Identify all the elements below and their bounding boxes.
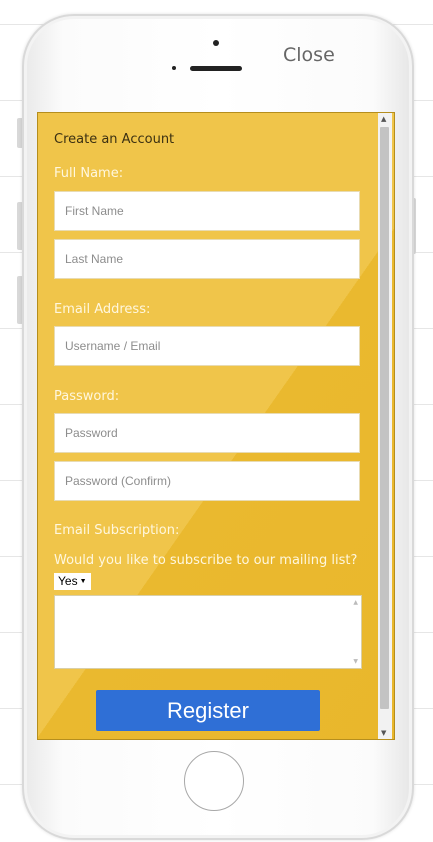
registration-panel: Create an Account Full Name: First Name … bbox=[37, 112, 395, 740]
register-button[interactable]: Register bbox=[96, 690, 320, 731]
scroll-up-icon: ▲ bbox=[353, 599, 358, 606]
comments-textarea[interactable]: ▲ ▼ bbox=[54, 595, 362, 669]
password-input[interactable]: Password bbox=[54, 413, 360, 453]
email-label: Email Address: bbox=[54, 302, 151, 317]
dropdown-arrow-icon: ▼ bbox=[79, 578, 87, 586]
email-input[interactable]: Username / Email bbox=[54, 326, 360, 366]
scroll-down-icon: ▼ bbox=[353, 658, 358, 665]
speaker-grille bbox=[190, 66, 242, 71]
subscription-question: Would you like to subscribe to our maili… bbox=[54, 550, 364, 592]
scroll-up-icon[interactable]: ▲ bbox=[381, 115, 386, 123]
subscription-select-value: Yes bbox=[58, 574, 78, 588]
subscription-question-text: Would you like to subscribe to our maili… bbox=[54, 553, 358, 568]
sensor-icon bbox=[172, 66, 176, 70]
subscription-label: Email Subscription: bbox=[54, 523, 180, 538]
scrollbar-thumb[interactable] bbox=[380, 127, 389, 709]
password-confirm-input[interactable]: Password (Confirm) bbox=[54, 461, 360, 501]
subscription-select[interactable]: Yes ▼ bbox=[54, 573, 91, 590]
front-camera-icon bbox=[213, 40, 219, 46]
password-label: Password: bbox=[54, 389, 120, 404]
form-title: Create an Account bbox=[54, 132, 175, 147]
first-name-input[interactable]: First Name bbox=[54, 191, 360, 231]
scroll-down-icon[interactable]: ▼ bbox=[381, 729, 386, 737]
last-name-input[interactable]: Last Name bbox=[54, 239, 360, 279]
close-button[interactable]: Close bbox=[283, 44, 335, 66]
home-button[interactable] bbox=[184, 751, 244, 811]
panel-scrollbar[interactable]: ▲ ▼ bbox=[378, 113, 392, 739]
full-name-label: Full Name: bbox=[54, 166, 124, 181]
